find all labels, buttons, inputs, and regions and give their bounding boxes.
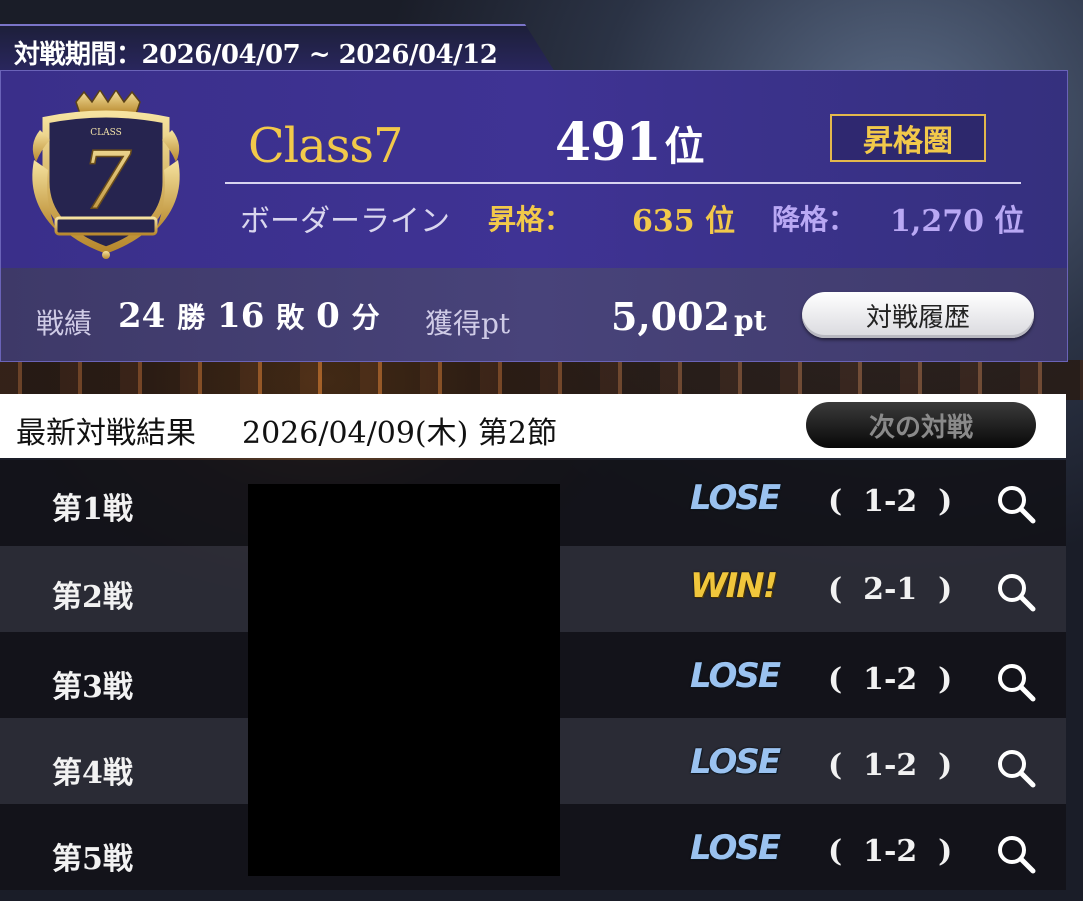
class-name: Class7: [248, 118, 403, 174]
match-score: ( 1-2 ): [828, 748, 953, 783]
match-score: ( 1-2 ): [828, 484, 953, 519]
rank-number: 491: [555, 112, 662, 173]
match-label: 第1戦: [52, 492, 133, 527]
points-value: 5,002 pt: [611, 294, 767, 339]
promotion-zone-badge: 昇格圏: [830, 114, 986, 162]
result-lose: LOSE: [690, 828, 781, 868]
match-label: 第4戦: [52, 756, 133, 791]
match-score: ( 1-2 ): [828, 834, 953, 869]
result-lose: LOSE: [690, 656, 781, 696]
search-icon[interactable]: [994, 660, 1038, 704]
search-icon[interactable]: [994, 570, 1038, 614]
result-win: WIN!: [690, 566, 778, 606]
match-label: 第2戦: [52, 580, 133, 615]
record-value: 24 勝 16 敗 0 分: [118, 296, 380, 336]
demotion-label: 降格：: [772, 203, 857, 236]
draws-count: 0: [316, 296, 340, 336]
demotion-border-value: 1,270 位: [890, 204, 1025, 239]
match-score: ( 1-2 ): [828, 662, 953, 697]
search-icon[interactable]: [994, 832, 1038, 876]
redacted-opponent-area: [248, 484, 560, 876]
battle-period: 対戦期間：2026/04/07 ~ 2026/04/12: [14, 40, 498, 70]
points-label: 獲得pt: [425, 307, 511, 340]
record-label: 戦績: [36, 307, 93, 340]
promotion-label: 昇格：: [488, 203, 573, 236]
match-score: ( 2-1 ): [828, 572, 953, 607]
divider: [225, 182, 1021, 184]
latest-result-label: 最新対戦結果: [16, 416, 196, 451]
latest-result-date: 2026/04/09(木) 第2節: [242, 416, 557, 451]
battle-history-button[interactable]: 対戦履歴: [802, 292, 1034, 338]
points-number: 5,002: [611, 294, 730, 339]
class-emblem-icon: CLASS 7: [32, 90, 180, 259]
losses-count: 16: [217, 296, 265, 336]
promotion-border-value: 635 位: [632, 204, 736, 239]
match-label: 第5戦: [52, 842, 133, 877]
rank-unit: 位: [664, 123, 705, 170]
match-label: 第3戦: [52, 670, 133, 705]
svg-text:7: 7: [81, 134, 132, 227]
next-battle-button[interactable]: 次の対戦: [806, 402, 1036, 448]
current-rank: 491 位: [555, 112, 705, 173]
search-icon[interactable]: [994, 746, 1038, 790]
search-icon[interactable]: [994, 482, 1038, 526]
borderline-label: ボーダーライン: [240, 204, 450, 239]
points-unit: pt: [734, 304, 767, 337]
result-lose: LOSE: [690, 742, 781, 782]
wins-count: 24: [118, 296, 166, 336]
draws-unit: 分: [351, 301, 380, 334]
wins-unit: 勝: [177, 301, 206, 334]
losses-unit: 敗: [276, 301, 305, 334]
result-lose: LOSE: [690, 478, 781, 518]
